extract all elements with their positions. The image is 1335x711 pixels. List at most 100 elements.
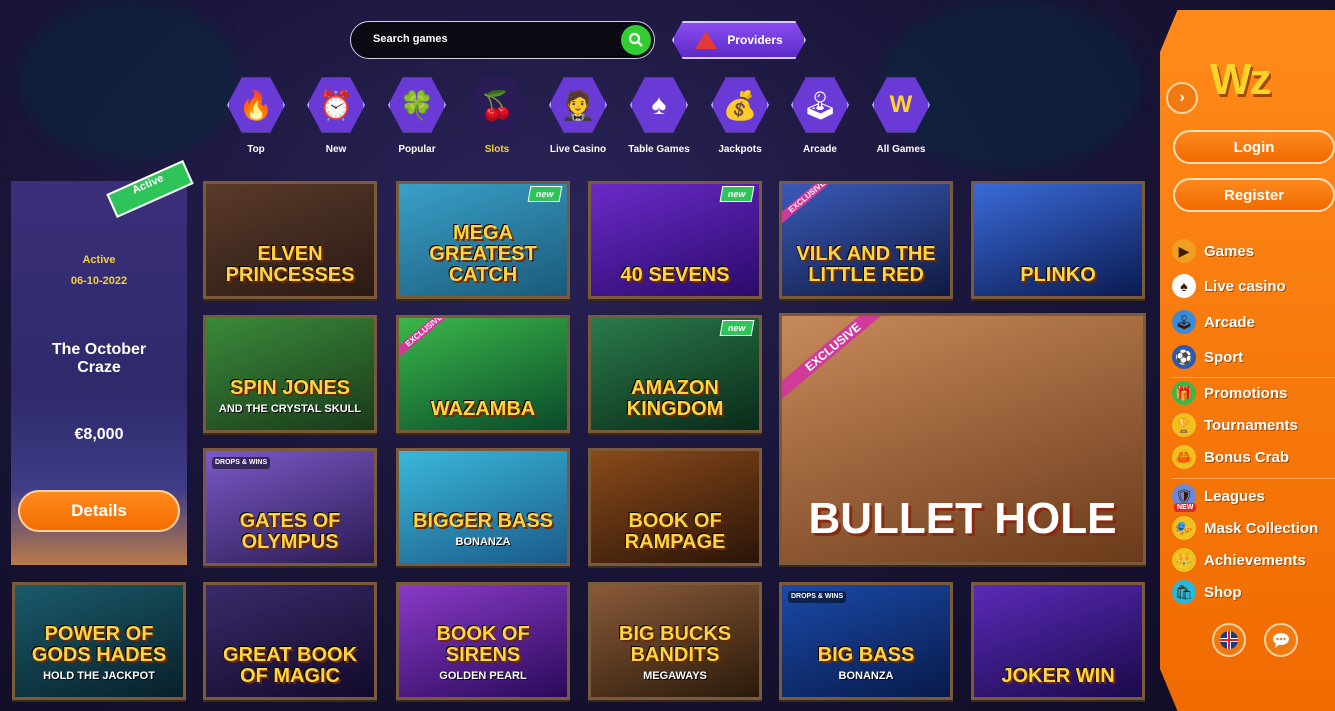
category-table-games[interactable]: ♠ Table Games xyxy=(619,76,699,155)
game-tile[interactable]: new AMAZON KINGDOM xyxy=(588,315,762,433)
search-input[interactable] xyxy=(371,32,605,46)
sidebar-item-tournaments[interactable]: 🏆 Tournaments xyxy=(1172,410,1335,440)
providers-icon xyxy=(695,31,718,49)
new-tag: new xyxy=(720,320,755,336)
providers-button[interactable]: Providers xyxy=(672,21,806,59)
sidebar-item-label: Arcade xyxy=(1204,313,1255,331)
login-button[interactable]: Login xyxy=(1173,130,1335,164)
chat-button[interactable] xyxy=(1264,623,1298,657)
game-title: GATES OF OLYMPUS xyxy=(239,510,341,553)
game-tile[interactable]: new 40 SEVENS xyxy=(588,181,762,299)
game-title: AMAZON KINGDOM xyxy=(626,377,724,420)
category-popular[interactable]: 🍀 Popular xyxy=(377,76,457,155)
category-top[interactable]: 🔥 Top xyxy=(216,76,296,155)
w-logo-icon: W xyxy=(872,77,930,133)
game-title: WAZAMBA xyxy=(430,398,536,420)
sidebar-item-label: Tournaments xyxy=(1204,416,1298,434)
uk-flag-icon xyxy=(1220,631,1238,649)
promo-card: Active 06-10-2022 The October Craze €8,0… xyxy=(11,181,187,565)
site-logo[interactable]: Wz xyxy=(1210,55,1272,105)
sidebar-item-leagues[interactable]: 🛡 Leagues xyxy=(1172,481,1335,511)
game-tile[interactable]: JOKER WIN xyxy=(971,582,1145,700)
gift-icon: 🎁 xyxy=(1172,381,1196,405)
sidebar-item-label: Leagues xyxy=(1204,487,1265,505)
sidebar-toggle-button[interactable]: › xyxy=(1166,82,1198,114)
category-slots[interactable]: 🍒 Slots xyxy=(457,76,537,155)
fire-icon: 🔥 xyxy=(227,77,285,133)
promo-status: Active xyxy=(82,254,116,266)
drops-wins-tag: DROPS & WINS xyxy=(212,457,271,469)
sidebar-item-bonus-crab[interactable]: 🦀 Bonus Crab xyxy=(1172,442,1335,472)
game-title: POWER OF GODS HADES HOLD THE JACKPOT xyxy=(15,624,183,697)
game-subtitle: BONANZA xyxy=(455,536,511,548)
drops-wins-tag: DROPS & WINS xyxy=(788,591,847,603)
sidebar-item-achievements[interactable]: 👑 Achievements xyxy=(1172,545,1335,575)
game-title: BIG BUCKS BANDITS MEGAWAYS xyxy=(591,624,759,697)
game-subtitle: HOLD THE JACKPOT xyxy=(43,670,155,682)
game-tile[interactable]: SPIN JONES AND THE CRYSTAL SKULL xyxy=(203,315,377,433)
exclusive-tag: EXCLUSIVE xyxy=(399,318,462,363)
trophy-icon: 🏆 xyxy=(1172,413,1196,437)
game-tile[interactable]: PLINKO xyxy=(971,181,1145,299)
game-tile-featured[interactable]: EXCLUSIVE BULLET HOLE xyxy=(779,313,1146,565)
search-icon xyxy=(628,32,643,47)
game-tile[interactable]: EXCLUSIVE WAZAMBA xyxy=(396,315,570,433)
game-tile[interactable]: new MEGA GREATEST CATCH xyxy=(396,181,570,299)
sidebar-item-label: Sport xyxy=(1204,348,1244,366)
joystick-icon: 🕹 xyxy=(791,77,849,133)
category-arcade[interactable]: 🕹 Arcade xyxy=(780,76,860,155)
game-title: PLINKO xyxy=(1020,264,1096,286)
category-live-casino[interactable]: 🤵 Live Casino xyxy=(538,76,618,155)
mask-icon: 🎭 xyxy=(1172,516,1196,540)
sidebar-item-promotions[interactable]: 🎁 Promotions xyxy=(1172,378,1335,408)
chevron-right-icon: › xyxy=(1179,89,1185,106)
game-title: BOOK OF RAMPAGE xyxy=(624,510,726,553)
game-tile[interactable]: POWER OF GODS HADES HOLD THE JACKPOT xyxy=(12,582,186,700)
card-icon: ♠ xyxy=(1172,274,1196,298)
divider xyxy=(1172,377,1335,378)
new-tag: new xyxy=(528,186,563,202)
game-tile[interactable]: DROPS & WINS BIG BASS BONANZA xyxy=(779,582,953,700)
game-title: SPIN JONES AND THE CRYSTAL SKULL xyxy=(215,378,365,430)
spade-card-icon: ♠ xyxy=(630,77,688,133)
sidebar-item-label: Promotions xyxy=(1204,384,1288,402)
details-button[interactable]: Details xyxy=(18,490,180,532)
sidebar-item-games[interactable]: ▶ Games xyxy=(1172,236,1335,266)
search-button[interactable] xyxy=(621,25,651,55)
shopping-bag-icon: 🛍 xyxy=(1172,580,1196,604)
promo-date: 06-10-2022 xyxy=(70,275,128,287)
game-subtitle: BONANZA xyxy=(838,670,894,682)
game-tile[interactable]: BOOK OF RAMPAGE xyxy=(588,448,762,566)
game-subtitle: MEGAWAYS xyxy=(643,670,707,682)
sidebar-item-label: Bonus Crab xyxy=(1204,448,1290,466)
crab-icon: 🦀 xyxy=(1172,445,1196,469)
game-tile[interactable]: EXCLUSIVE VILK AND THE LITTLE RED xyxy=(779,181,953,299)
game-tile[interactable]: BOOK OF SIRENS GOLDEN PEARL xyxy=(396,582,570,700)
game-tile[interactable]: BIG BUCKS BANDITS MEGAWAYS xyxy=(588,582,762,700)
category-new[interactable]: ⏰ New xyxy=(296,76,376,155)
game-tile[interactable]: DROPS & WINS GATES OF OLYMPUS xyxy=(203,448,377,566)
register-button[interactable]: Register xyxy=(1173,178,1335,212)
sidebar-item-arcade[interactable]: 🕹 Arcade xyxy=(1172,307,1335,337)
game-tile[interactable]: GREAT BOOK OF MAGIC xyxy=(203,582,377,700)
game-subtitle: AND THE CRYSTAL SKULL xyxy=(218,403,362,415)
game-title: VILK AND THE LITTLE RED xyxy=(796,243,936,286)
language-button[interactable] xyxy=(1212,623,1246,657)
divider xyxy=(1172,478,1335,479)
sidebar-item-live-casino[interactable]: ♠ Live casino xyxy=(1172,271,1335,301)
game-title: 40 SEVENS xyxy=(620,264,730,286)
sidebar-item-sport[interactable]: ⚽ Sport xyxy=(1172,342,1335,372)
game-tile[interactable]: ELVEN PRINCESSES xyxy=(203,181,377,299)
exclusive-tag: EXCLUSIVE xyxy=(782,316,895,401)
sidebar-item-label: Mask Collection xyxy=(1204,519,1319,537)
sidebar-item-mask-collection[interactable]: 🎭 Mask Collection xyxy=(1172,513,1335,543)
category-all-games[interactable]: W All Games xyxy=(861,76,941,155)
game-tile[interactable]: BIGGER BASS BONANZA xyxy=(396,448,570,566)
new-badge: NEW xyxy=(1174,503,1197,512)
category-jackpots[interactable]: 💰 Jackpots xyxy=(700,76,780,155)
game-title: MEGA GREATEST CATCH xyxy=(429,222,537,286)
sidebar-item-label: Games xyxy=(1204,242,1255,260)
play-icon: ▶ xyxy=(1172,239,1196,263)
sidebar-item-shop[interactable]: 🛍 Shop xyxy=(1172,577,1335,607)
alarm-clock-icon: ⏰ xyxy=(307,77,365,133)
